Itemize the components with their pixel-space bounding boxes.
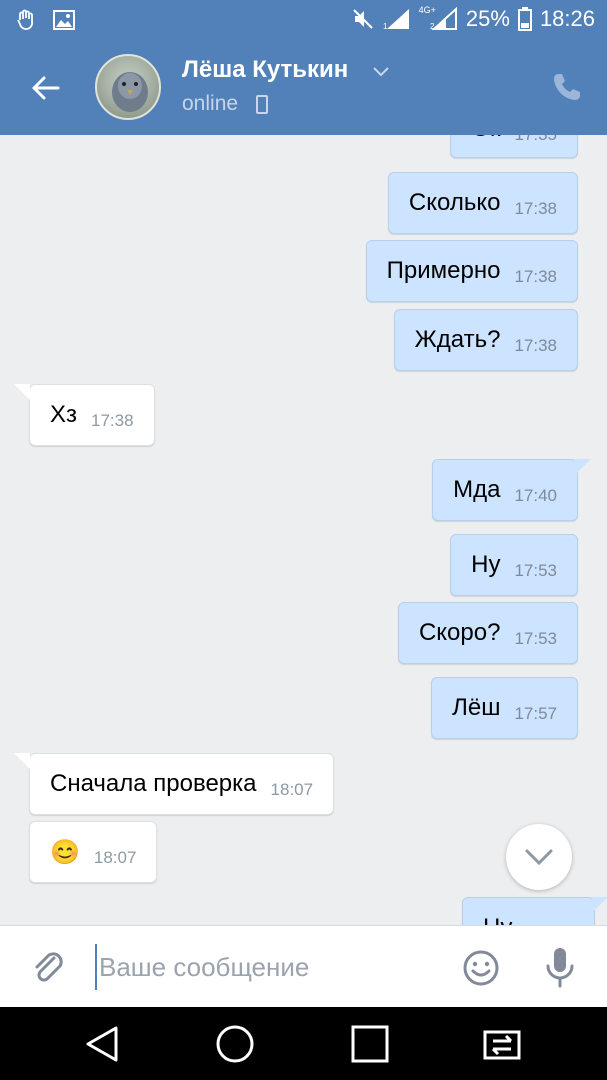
message-time: 17:53 bbox=[514, 629, 557, 648]
message-time: 17:38 bbox=[514, 199, 557, 218]
message-text: Лёш bbox=[452, 694, 501, 721]
paperclip-icon[interactable] bbox=[28, 948, 68, 988]
message-text: 😊 bbox=[50, 838, 80, 866]
bubble-tail bbox=[592, 897, 607, 913]
message-time: 18:07 bbox=[270, 780, 314, 799]
message-text: Ок bbox=[471, 135, 500, 143]
message-time: 17:35 bbox=[514, 135, 557, 145]
outgoing-message[interactable]: Скоро? 17:53 bbox=[397, 602, 578, 664]
message-text: Сколько bbox=[408, 189, 501, 216]
outgoing-message[interactable]: Ок 17:35 bbox=[450, 135, 578, 158]
message-text: Ну bbox=[483, 914, 512, 925]
message-composer bbox=[0, 925, 607, 1007]
avatar[interactable] bbox=[95, 54, 161, 120]
gallery-icon bbox=[53, 10, 75, 30]
message-text: Сначала проверка bbox=[50, 770, 257, 797]
home-circle-icon[interactable] bbox=[215, 1024, 255, 1064]
status-bar: 1 4G+ 2 25% 18:26 bbox=[0, 0, 607, 40]
system-navigation-bar bbox=[0, 1007, 607, 1080]
incoming-message[interactable]: Хз 17:38 bbox=[14, 384, 155, 446]
online-status: online bbox=[182, 92, 239, 115]
contact-name[interactable]: Лёша Кутькин bbox=[182, 56, 348, 84]
message-time: 17:38 bbox=[91, 411, 134, 430]
hand-gesture-icon bbox=[17, 9, 33, 30]
outgoing-message[interactable]: Ждать? 17:38 bbox=[393, 309, 578, 371]
back-triangle-icon[interactable] bbox=[82, 1024, 122, 1064]
bubble-tail bbox=[575, 459, 591, 475]
message-list[interactable]: Ок 17:35 Сколько 17:38 Примерно 17:38 Ждать? 17… bbox=[0, 135, 607, 925]
outgoing-message[interactable]: Мда 17:40 bbox=[432, 459, 591, 521]
chevron-down-icon[interactable] bbox=[372, 66, 390, 78]
message-text: Скоро? bbox=[418, 619, 501, 646]
message-text: Мда bbox=[453, 476, 501, 503]
message-time: 18:07 bbox=[93, 848, 137, 867]
bird-avatar-icon bbox=[112, 72, 148, 112]
network-type-label: 4G+ bbox=[418, 5, 436, 15]
incoming-message[interactable]: Сначала проверка 18:07 bbox=[14, 753, 335, 815]
mute-icon bbox=[352, 9, 373, 29]
phone-icon[interactable] bbox=[550, 70, 584, 104]
recents-square-icon[interactable] bbox=[350, 1024, 390, 1064]
chevron-down-icon bbox=[525, 849, 553, 866]
bubble-tail bbox=[14, 753, 30, 769]
message-time: 17:40 bbox=[514, 486, 557, 505]
switch-sim-icon[interactable] bbox=[482, 1024, 522, 1064]
outgoing-message[interactable]: Лёш 17:57 bbox=[431, 677, 578, 739]
microphone-icon[interactable] bbox=[542, 946, 578, 988]
bubble-tail bbox=[14, 384, 30, 400]
outgoing-message[interactable]: Сколько 17:38 bbox=[387, 172, 578, 234]
clock: 18:26 bbox=[539, 6, 595, 31]
incoming-message[interactable]: 😊 18:07 bbox=[29, 821, 158, 883]
signal-icon-1: 1 bbox=[383, 9, 409, 31]
outgoing-message[interactable]: Ну 17:53 bbox=[450, 534, 578, 596]
message-input[interactable] bbox=[95, 944, 445, 990]
message-time: 17:38 bbox=[514, 336, 557, 355]
message-text: Ну bbox=[471, 551, 501, 578]
message-text: Хз bbox=[50, 401, 78, 428]
chat-header: Лёша Кутькин online bbox=[0, 40, 607, 135]
smiley-icon[interactable] bbox=[462, 949, 500, 987]
svg-text:2: 2 bbox=[430, 22, 435, 31]
outgoing-message[interactable]: Ну bbox=[462, 897, 607, 925]
scroll-down-button[interactable] bbox=[506, 824, 572, 890]
battery-icon bbox=[517, 7, 532, 31]
svg-text:1: 1 bbox=[383, 22, 388, 31]
message-text: Ждать? bbox=[414, 326, 501, 353]
message-time: 17:53 bbox=[514, 561, 557, 580]
battery-percent: 25% bbox=[465, 6, 510, 31]
message-time: 17:57 bbox=[514, 704, 557, 723]
message-time: 17:38 bbox=[514, 267, 557, 286]
mobile-phone-icon bbox=[256, 95, 268, 114]
outgoing-message[interactable]: Примерно 17:38 bbox=[365, 240, 578, 302]
arrow-left-icon[interactable] bbox=[28, 70, 64, 106]
message-text: Примерно bbox=[386, 257, 501, 284]
